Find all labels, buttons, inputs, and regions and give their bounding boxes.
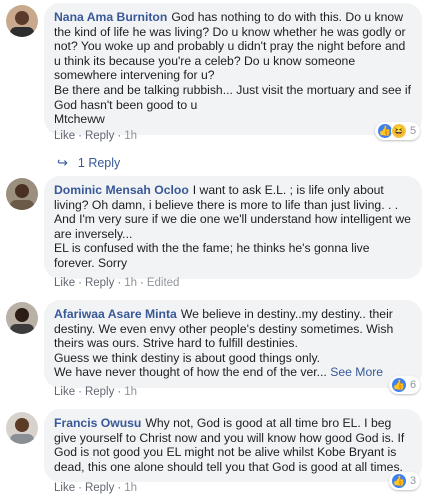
comment-actions: Like · Reply · 1h	[54, 386, 137, 398]
comment-actions: Like · Reply · 1h	[54, 130, 137, 142]
comment-actions: Like · Reply · 1h · Edited	[54, 277, 179, 289]
reaction-count: 3	[410, 475, 417, 487]
reply-arrow-icon: ↪	[57, 155, 68, 170]
reaction-summary[interactable]: 👍 6	[389, 376, 421, 394]
avatar[interactable]	[6, 178, 38, 210]
like-button[interactable]: Like	[54, 130, 75, 142]
like-button[interactable]: Like	[54, 386, 75, 398]
comment-actions: Like · Reply · 1h	[54, 482, 137, 494]
avatar[interactable]	[6, 412, 38, 444]
comment-time[interactable]: 1h	[124, 277, 137, 289]
separator: ·	[78, 277, 82, 289]
reply-button[interactable]: Reply	[85, 386, 114, 398]
separator: ·	[117, 277, 122, 289]
comment-text: God has nothing to do with this. Do u kn…	[54, 10, 412, 127]
separator: ·	[117, 482, 122, 494]
reply-button[interactable]: Reply	[85, 130, 114, 142]
reaction-summary[interactable]: 👍 3	[389, 472, 421, 490]
view-replies-link[interactable]: ↪ 1 Reply	[57, 155, 120, 171]
avatar[interactable]	[6, 302, 38, 334]
like-button[interactable]: Like	[54, 277, 75, 289]
like-icon: 👍	[391, 473, 407, 489]
comment-time[interactable]: 1h	[124, 386, 137, 398]
like-button[interactable]: Like	[54, 482, 75, 494]
reply-button[interactable]: Reply	[85, 277, 114, 289]
comment-bubble: Francis Owusu Why not, God is good at all…	[44, 409, 422, 483]
comment-author[interactable]: Dominic Mensah Ocloo	[54, 183, 189, 197]
comment-bubble: Afariwaa Asare Minta We believe in destin…	[44, 300, 422, 388]
comment-bubble: Nana Ama Burniton God has nothing to do w…	[44, 3, 422, 135]
separator: ·	[78, 482, 82, 494]
reaction-summary[interactable]: 👍 😆 5	[375, 122, 421, 140]
separator: ·	[140, 277, 144, 289]
comment-author[interactable]: Nana Ama Burniton	[54, 10, 167, 24]
separator: ·	[117, 130, 122, 142]
separator: ·	[78, 386, 82, 398]
comment-bubble: Dominic Mensah Ocloo I want to ask E.L. ;…	[44, 176, 422, 279]
like-icon: 👍	[391, 377, 407, 393]
separator: ·	[78, 130, 82, 142]
comment-time[interactable]: 1h	[124, 482, 137, 494]
reaction-count: 5	[410, 125, 417, 137]
reaction-count: 6	[410, 379, 417, 391]
separator: ·	[117, 386, 122, 398]
avatar[interactable]	[6, 5, 38, 37]
edited-label[interactable]: Edited	[147, 277, 180, 289]
replies-count: 1 Reply	[77, 156, 121, 170]
haha-icon: 😆	[391, 123, 407, 139]
see-more-link[interactable]: See More	[330, 365, 383, 379]
comment-author[interactable]: Francis Owusu	[54, 416, 141, 430]
reply-button[interactable]: Reply	[85, 482, 114, 494]
comment-author[interactable]: Afariwaa Asare Minta	[54, 307, 177, 321]
comment-time[interactable]: 1h	[124, 130, 137, 142]
